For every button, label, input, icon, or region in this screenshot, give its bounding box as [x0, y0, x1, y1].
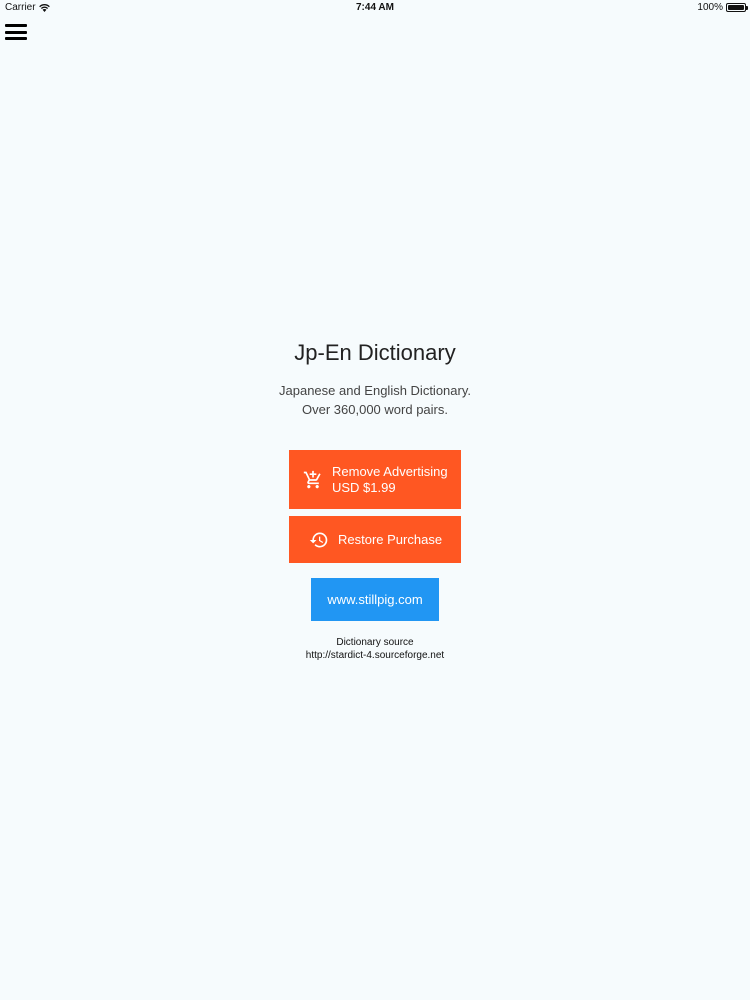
dictionary-source-label: Dictionary source: [336, 637, 414, 648]
restore-history-icon: [309, 532, 328, 547]
restore-purchase-button[interactable]: Restore Purchase: [289, 516, 461, 563]
restore-purchase-label: Restore Purchase: [338, 531, 443, 547]
status-right: 100%: [697, 2, 748, 13]
dictionary-source: Dictionary source http://stardict-4.sour…: [0, 636, 750, 662]
battery-icon: [726, 3, 748, 12]
battery-fill: [728, 5, 744, 10]
menu-bar-2: [5, 30, 27, 34]
tagline-line-1: Japanese and English Dictionary.: [279, 383, 471, 398]
battery-percent: 100%: [697, 2, 723, 13]
tagline-line-2: Over 360,000 word pairs.: [302, 402, 448, 417]
status-bar: Carrier 7:44 AM 100%: [0, 0, 750, 16]
remove-advertising-price: USD $1.99: [332, 479, 396, 495]
app-title: Jp-En Dictionary: [294, 340, 456, 365]
menu-bar-3: [5, 37, 27, 40]
hamburger-menu-icon[interactable]: [5, 22, 27, 42]
tagline: Japanese and English Dictionary. Over 36…: [0, 381, 750, 419]
remove-advertising-title: Remove Advertising: [332, 463, 448, 479]
status-time: 7:44 AM: [356, 2, 394, 13]
remove-advertising-button[interactable]: Remove Advertising USD $1.99: [289, 450, 461, 509]
remove-advertising-label: Remove Advertising USD $1.99: [332, 464, 448, 496]
website-link-button[interactable]: www.stillpig.com: [311, 578, 439, 621]
dictionary-source-url[interactable]: http://stardict-4.sourceforge.net: [0, 649, 750, 662]
menu-bar-1: [5, 24, 27, 27]
add-shopping-cart-icon: [303, 470, 321, 488]
